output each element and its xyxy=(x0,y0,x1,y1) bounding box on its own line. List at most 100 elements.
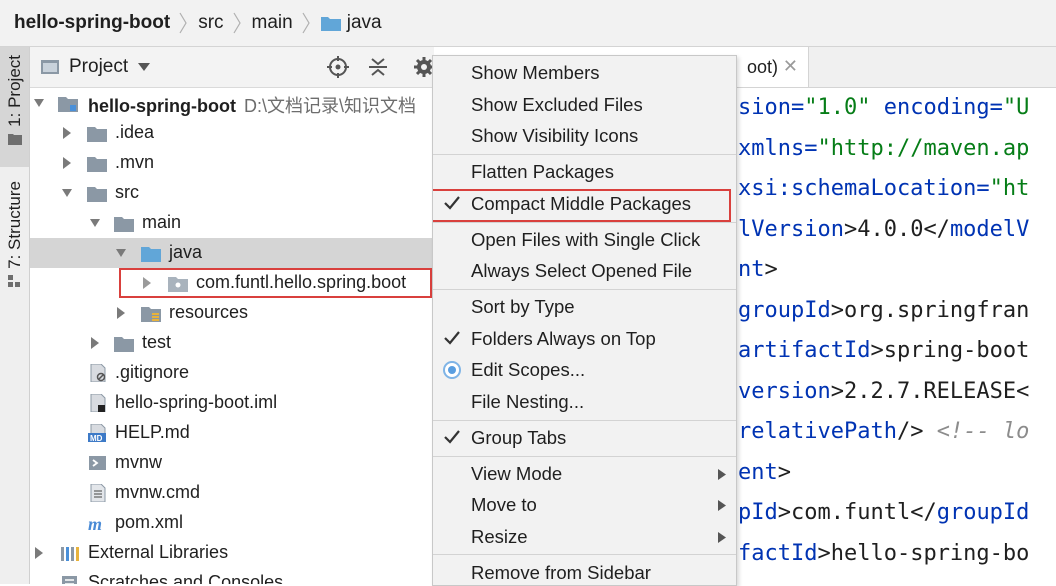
tree-row-gitignore[interactable]: .gitignore xyxy=(30,358,434,388)
collapsed-arrow-icon[interactable] xyxy=(116,307,126,319)
menu-item-view-mode[interactable]: View Mode xyxy=(433,459,736,489)
tree-row-src[interactable]: src xyxy=(30,178,434,208)
menu-item-show-excluded-files[interactable]: Show Excluded Files xyxy=(433,90,736,120)
tree-row-mvn[interactable]: .mvn xyxy=(30,148,434,178)
expand-arrow-icon[interactable] xyxy=(116,247,126,259)
tree-row-package[interactable]: com.funtl.hello.spring.boot xyxy=(30,268,434,298)
tree-row-pom[interactable]: m pom.xml xyxy=(30,508,434,538)
tree-label: pom.xml xyxy=(115,512,184,532)
collapsed-arrow-icon[interactable] xyxy=(34,547,44,559)
expand-arrow-icon[interactable] xyxy=(34,97,44,109)
tree-label: com.funtl.hello.spring.boot xyxy=(196,272,407,292)
resources-folder-icon xyxy=(141,307,161,322)
scratches-icon xyxy=(62,576,77,584)
tree-row-main[interactable]: main xyxy=(30,208,434,238)
menu-item-show-visibility-icons[interactable]: Show Visibility Icons xyxy=(433,121,736,151)
code-token: >hello-spring-bo xyxy=(817,540,1030,566)
submenu-arrow-icon xyxy=(718,500,726,511)
menu-item-group-tabs[interactable]: Group Tabs xyxy=(433,423,736,453)
tree-label: .gitignore xyxy=(115,362,190,382)
code-line: pId>com.funtl</groupId xyxy=(738,493,1029,533)
menu-item-compact-middle-packages[interactable]: Compact Middle Packages xyxy=(433,189,736,222)
breadcrumb-project[interactable]: hello-spring-boot xyxy=(0,0,174,46)
tree-row-idea[interactable]: .idea xyxy=(30,118,434,148)
tool-window-tab-structure[interactable]: 7: Structure xyxy=(0,181,29,311)
breadcrumb-java[interactable]: java xyxy=(317,0,386,46)
folder-icon xyxy=(114,337,134,352)
menu-separator xyxy=(433,554,736,555)
code-token: version xyxy=(738,378,831,404)
collapsed-arrow-icon[interactable] xyxy=(62,157,72,169)
menu-item-edit-scopes[interactable]: Edit Scopes... xyxy=(433,355,736,385)
structure-icon xyxy=(7,274,20,287)
breadcrumb-src[interactable]: src xyxy=(194,0,227,46)
project-view-selector[interactable]: Project xyxy=(69,56,128,78)
code-token: "1.0" xyxy=(804,95,871,120)
close-icon[interactable]: ✕ xyxy=(783,56,798,77)
code-editor[interactable]: sion="1.0" encoding="U xmlns="http://mave… xyxy=(736,88,1056,584)
tree-row-mvnw-cmd[interactable]: mvnw.cmd xyxy=(30,478,434,508)
menu-item-sort-by-type[interactable]: Sort by Type xyxy=(433,292,736,322)
collapsed-arrow-icon[interactable] xyxy=(62,127,72,139)
code-line: nt> xyxy=(738,250,778,290)
expand-arrow-icon[interactable] xyxy=(62,187,72,199)
tree-row-resources[interactable]: resources xyxy=(30,298,434,328)
checkmark-icon xyxy=(444,196,460,210)
menu-item-flatten-packages[interactable]: Flatten Packages xyxy=(433,157,736,187)
menu-item-label: Group Tabs xyxy=(471,427,567,448)
menu-item-resize[interactable]: Resize xyxy=(433,522,736,552)
menu-item-always-select-opened[interactable]: Always Select Opened File xyxy=(433,256,736,286)
tool-window-tab-project[interactable]: 1: Project xyxy=(0,47,29,167)
breadcrumb-main[interactable]: main xyxy=(248,0,297,46)
tree-row-external-libraries[interactable]: External Libraries xyxy=(30,538,434,568)
tree-label: src xyxy=(115,182,139,202)
folder-icon xyxy=(87,157,107,172)
libraries-icon xyxy=(61,547,79,561)
tool-window-tab-label: 1: Project xyxy=(4,55,24,127)
collapsed-arrow-icon[interactable] xyxy=(90,337,100,349)
code-token: pId xyxy=(738,500,778,525)
menu-item-label: Show Visibility Icons xyxy=(471,125,639,146)
checkmark-icon xyxy=(444,331,460,345)
menu-item-label: Move to xyxy=(471,494,537,515)
menu-item-move-to[interactable]: Move to xyxy=(433,490,736,520)
code-token: "ht xyxy=(989,176,1030,201)
caret-down-icon[interactable] xyxy=(138,63,151,71)
collapsed-arrow-icon[interactable] xyxy=(142,277,152,289)
code-token: >2.2.7.RELEASE< xyxy=(830,378,1030,404)
tree-row-help-md[interactable]: MD HELP.md xyxy=(30,418,434,448)
menu-item-open-single-click[interactable]: Open Files with Single Click xyxy=(433,225,736,255)
locate-icon[interactable] xyxy=(326,55,350,79)
tree-row-iml[interactable]: hello-spring-boot.iml xyxy=(30,388,434,418)
code-token: > xyxy=(777,459,791,485)
tree-row-hello-spring-boot[interactable]: hello-spring-boot D:\文档记录\知识文档 xyxy=(30,88,434,118)
code-token: /> xyxy=(896,419,937,444)
tree-row-java[interactable]: java xyxy=(30,238,434,268)
code-line: sion="1.0" encoding="U xyxy=(738,88,1029,128)
code-token: groupId xyxy=(738,297,831,323)
submenu-arrow-icon xyxy=(718,532,726,543)
code-line: lVersion>4.0.0</modelV xyxy=(738,210,1029,250)
expand-arrow-icon[interactable] xyxy=(90,217,100,229)
menu-item-label: Compact Middle Packages xyxy=(471,193,692,214)
menu-item-show-members[interactable]: Show Members xyxy=(433,58,736,88)
code-line: xmlns="http://maven.ap xyxy=(738,129,1029,169)
shell-file-icon xyxy=(89,456,106,470)
menu-item-remove-from-sidebar[interactable]: Remove from Sidebar xyxy=(433,558,736,585)
menu-item-file-nesting[interactable]: File Nesting... xyxy=(433,387,736,417)
code-token: artifactId xyxy=(738,338,871,363)
menu-separator xyxy=(433,456,736,457)
svg-text:MD: MD xyxy=(90,434,103,442)
package-icon xyxy=(168,277,188,292)
code-token: xsi:schemaLocation= xyxy=(738,176,990,201)
tree-row-scratches[interactable]: Scratches and Consoles xyxy=(30,568,434,584)
project-path-hint: D:\文档记录\知识文档 xyxy=(243,96,416,116)
code-line: xsi:schemaLocation="ht xyxy=(738,169,1029,209)
menu-item-folders-on-top[interactable]: Folders Always on Top xyxy=(433,324,736,354)
menu-item-label: Open Files with Single Click xyxy=(471,229,701,250)
tree-row-mvnw[interactable]: mvnw xyxy=(30,448,434,478)
code-token: xmlns= xyxy=(738,135,818,161)
module-folder-icon xyxy=(58,97,78,112)
tree-row-test[interactable]: test xyxy=(30,328,434,358)
collapse-all-icon[interactable] xyxy=(366,55,390,79)
